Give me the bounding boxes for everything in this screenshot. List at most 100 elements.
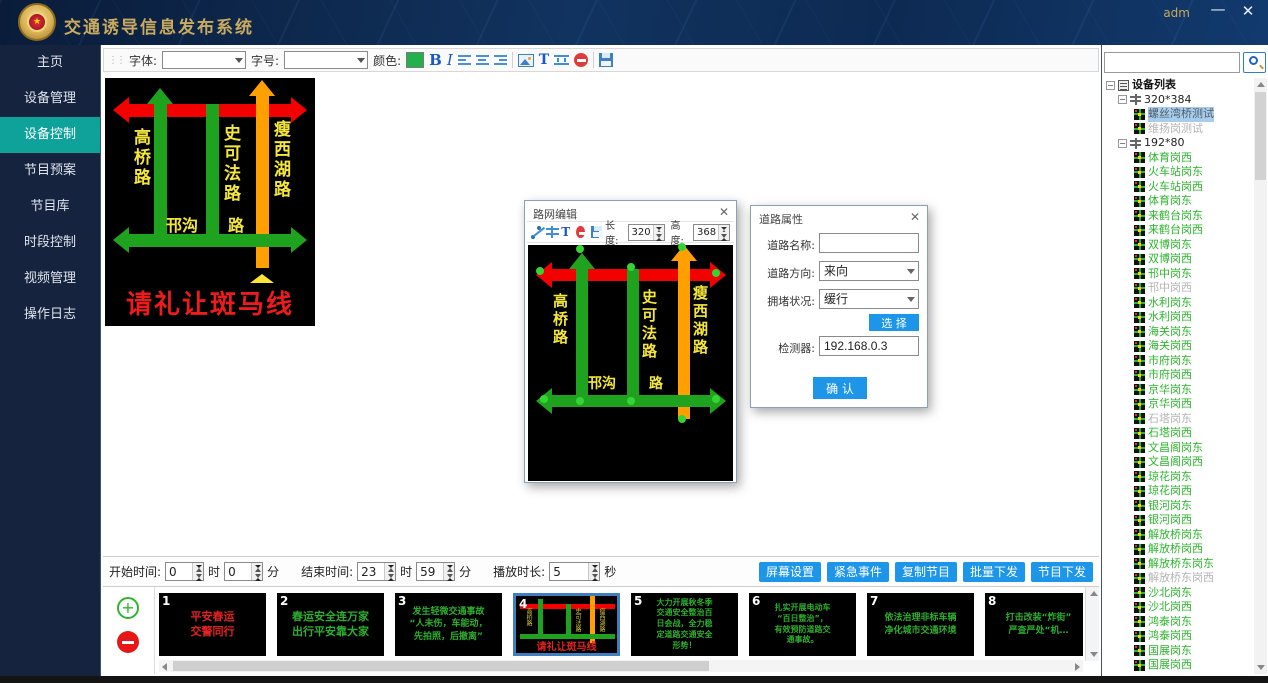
device-item[interactable]: 银河岗东 [1148,499,1192,514]
device-item[interactable]: 双博岗西 [1148,252,1192,267]
schedule-button-4[interactable]: 节目下发 [1031,562,1093,582]
playlist-vertical-scrollbar[interactable] [1085,587,1099,661]
device-search-input[interactable] [1104,52,1240,73]
device-item[interactable]: 火车站岗西 [1148,180,1203,195]
device-item[interactable]: 海关岗东 [1148,325,1192,340]
device-item[interactable]: 鸿泰岗西 [1148,629,1192,644]
device-item[interactable]: 鸿泰岗东 [1148,615,1192,630]
control-point[interactable] [576,245,584,253]
device-item[interactable]: 解放桥东岗东 [1148,557,1214,572]
length-stepper[interactable] [628,224,665,241]
control-point[interactable] [678,415,686,423]
control-point[interactable] [540,395,548,403]
device-item[interactable]: 京华岗东 [1148,383,1192,398]
device-item[interactable]: 体育岗东 [1148,194,1192,209]
road-network-icon[interactable] [554,54,569,66]
tree-expander-icon[interactable]: − [1118,95,1127,104]
device-item[interactable]: 水利岗东 [1148,296,1192,311]
control-point[interactable] [712,269,720,277]
control-point[interactable] [627,263,635,271]
save-icon[interactable] [591,226,599,238]
device-item[interactable]: 水利岗西 [1148,310,1192,325]
device-item[interactable]: 沙北岗东 [1148,586,1192,601]
device-item[interactable]: 市府岗西 [1148,368,1192,383]
device-item[interactable]: 市府岗东 [1148,354,1192,369]
device-item[interactable]: 琼花岗东 [1148,470,1192,485]
device-item[interactable]: 海关岗西 [1148,339,1192,354]
device-item[interactable]: 国展岗西 [1148,658,1192,673]
height-stepper[interactable] [693,224,730,241]
congestion-select[interactable]: 缓行 [819,289,919,309]
tree-expander-icon[interactable]: − [1106,81,1115,90]
end-hour-stepper[interactable] [357,562,396,581]
schedule-button-1[interactable]: 紧急事件 [827,562,889,582]
sidebar-item-6[interactable]: 视频管理 [0,261,100,297]
device-item[interactable]: 国展岗东 [1148,644,1192,659]
select-detector-button[interactable]: 选 择 [869,314,919,331]
duration-stepper[interactable] [549,562,600,581]
sidebar-item-5[interactable]: 时段控制 [0,225,100,261]
device-item[interactable]: 来鹤台岗西 [1148,223,1203,238]
align-center-icon[interactable] [476,55,489,66]
start-hour-stepper[interactable] [165,562,204,581]
playlist-item-5[interactable]: 5大力开展秋冬季交通安全整治百日会战，全力稳定道路交通安全形势！ [631,593,738,656]
device-item[interactable]: 琼花岗西 [1148,484,1192,499]
sidebar-item-2[interactable]: 设备控制 [0,117,100,153]
control-point[interactable] [678,243,686,251]
insert-text-icon[interactable]: T [539,52,549,68]
playlist-item-4[interactable]: 4高桥路史可法路瘦西湖路请礼让斑马线 [513,593,620,656]
device-item[interactable]: 京华岗西 [1148,397,1192,412]
minimize-icon[interactable]: — [1206,0,1230,18]
device-item[interactable]: 螺丝湾桥测试 [1148,107,1214,122]
draw-line-icon[interactable] [531,226,540,239]
delete-icon[interactable] [574,53,588,67]
detector-input[interactable] [819,336,919,356]
close-icon[interactable]: ✕ [1236,2,1260,20]
save-icon[interactable] [599,53,613,67]
close-icon[interactable]: ✕ [910,210,920,224]
playlist-item-7[interactable]: 7依法治理非标车辆净化城市交通环境 [867,593,974,656]
tree-scrollbar[interactable] [1254,78,1267,674]
device-item[interactable]: 维扬岗测试 [1148,122,1203,137]
editor-canvas[interactable]: 高桥路史可法路瘦西湖路邗沟路 [528,245,733,481]
device-item[interactable]: 火车站岗东 [1148,165,1203,180]
sidebar-item-4[interactable]: 节目库 [0,189,100,225]
device-item[interactable]: 邗中岗西 [1148,281,1192,296]
schedule-button-3[interactable]: 批量下发 [963,562,1025,582]
control-point[interactable] [627,397,635,405]
device-item[interactable]: 来鹤台岗东 [1148,209,1203,224]
tree-expander-icon[interactable]: − [1118,139,1127,148]
device-item[interactable]: 银河岗西 [1148,513,1192,528]
start-minute-stepper[interactable] [224,562,263,581]
schedule-button-0[interactable]: 屏幕设置 [759,562,821,582]
align-left-icon[interactable] [458,55,471,66]
sidebar-item-7[interactable]: 操作日志 [0,297,100,333]
search-button[interactable] [1243,52,1266,73]
playlist-item-1[interactable]: 1平安春运交警同行 [159,593,266,656]
playlist-item-3[interactable]: 3发生轻微交通事故“人未伤，车能动，先拍照，后撤离” [395,593,502,656]
italic-button[interactable]: I [447,51,453,69]
text-tool-icon[interactable]: T [561,225,570,239]
sidebar-item-1[interactable]: 设备管理 [0,81,100,117]
device-item[interactable]: 解放桥东岗西 [1148,571,1214,586]
color-swatch[interactable] [406,52,424,68]
road-tool-icon[interactable] [546,226,555,238]
device-item[interactable]: 沙北岗西 [1148,600,1192,615]
add-program-button[interactable]: + [117,597,139,619]
playlist-item-6[interactable]: 6扎实开展电动车“百日整治”，有效预防道路交通事故。 [749,593,856,656]
road-direction-select[interactable]: 来向 [819,261,919,281]
device-item[interactable]: 双博岗东 [1148,238,1192,253]
device-item[interactable]: 解放桥岗西 [1148,542,1203,557]
device-item[interactable]: 文昌阁岗西 [1148,455,1203,470]
scrollbar-thumb[interactable] [1255,92,1266,180]
playlist-horizontal-scrollbar[interactable] [159,660,1083,672]
device-item[interactable]: 邗中岗东 [1148,267,1192,282]
close-icon[interactable]: ✕ [719,205,729,219]
device-item[interactable]: 解放桥岗东 [1148,528,1203,543]
tree-group-1[interactable]: 192*80 [1144,136,1185,151]
road-name-input[interactable] [819,233,919,253]
end-minute-stepper[interactable] [416,562,455,581]
align-right-icon[interactable] [494,55,507,66]
font-select[interactable] [162,51,246,69]
sidebar-item-3[interactable]: 节目预案 [0,153,100,189]
